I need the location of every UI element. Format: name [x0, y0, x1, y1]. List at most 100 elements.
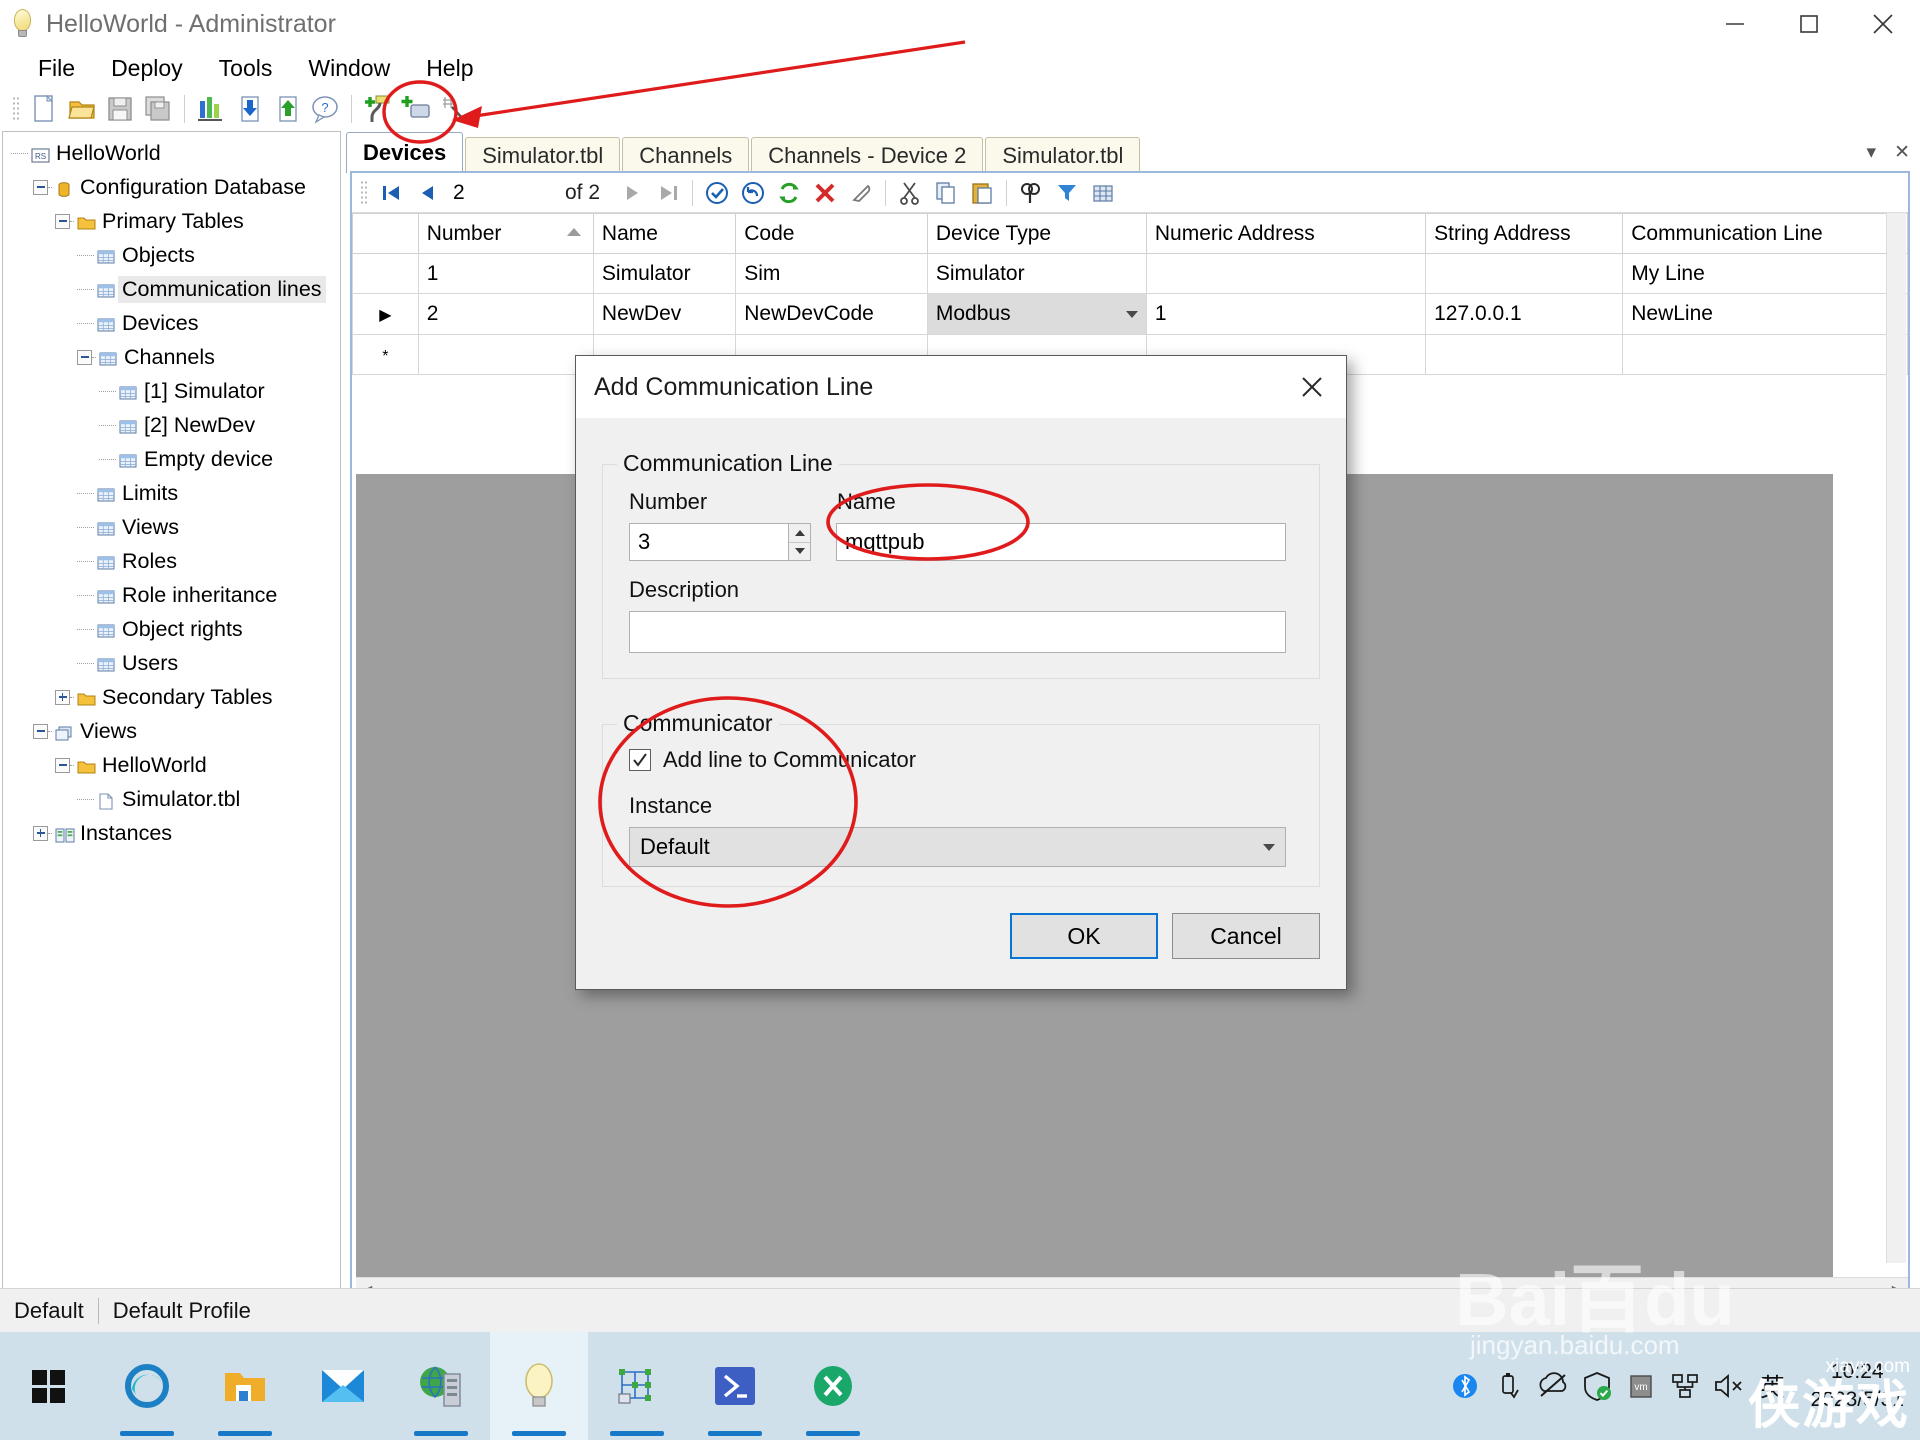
tab-channels-device-2[interactable]: Channels - Device 2: [751, 137, 984, 173]
upload-icon[interactable]: [268, 91, 306, 127]
tree-item-helloworld[interactable]: RS HelloWorld: [3, 136, 340, 170]
open-folder-icon[interactable]: [63, 91, 101, 127]
expand-icon[interactable]: [55, 689, 70, 705]
vertical-scrollbar[interactable]: [1886, 213, 1906, 1263]
tree-item-object-rights[interactable]: Object rights: [3, 612, 340, 646]
minimize-button[interactable]: [1698, 0, 1772, 48]
number-input[interactable]: 3: [629, 523, 789, 561]
menu-help[interactable]: Help: [408, 48, 491, 88]
server-globe-icon[interactable]: [392, 1332, 490, 1440]
column-header-device-type[interactable]: Device Type: [926, 213, 1147, 254]
maximize-button[interactable]: [1772, 0, 1846, 48]
column-header-code[interactable]: Code: [735, 213, 928, 254]
tab-devices[interactable]: Devices: [346, 132, 464, 173]
xshell-icon[interactable]: [784, 1332, 882, 1440]
cell-number[interactable]: [417, 334, 594, 375]
dialog-close-button[interactable]: [1294, 370, 1330, 404]
new-file-icon[interactable]: [25, 91, 63, 127]
expand-icon[interactable]: [33, 825, 48, 841]
cell-string-address[interactable]: 127.0.0.1: [1425, 293, 1624, 335]
clear-icon[interactable]: [843, 176, 879, 210]
cell-communication-line[interactable]: NewLine: [1622, 293, 1908, 335]
collapse-icon[interactable]: [55, 757, 70, 773]
tree-item-devices[interactable]: Devices: [3, 306, 340, 340]
tree-item-views[interactable]: Views: [3, 714, 340, 748]
add-communication-line-icon[interactable]: [359, 91, 397, 127]
tree-item-limits[interactable]: Limits: [3, 476, 340, 510]
tree-item-1-simulator[interactable]: [1] Simulator: [3, 374, 340, 408]
statistics-icon[interactable]: [192, 91, 230, 127]
toolbar-grip[interactable]: [12, 96, 19, 122]
find-icon[interactable]: [1013, 176, 1049, 210]
cell-string-address[interactable]: [1425, 334, 1624, 375]
ok-button[interactable]: OK: [1010, 913, 1158, 959]
chevron-down-icon[interactable]: [1125, 310, 1138, 318]
paste-icon[interactable]: [964, 176, 1000, 210]
column-header-communication-line[interactable]: Communication Line: [1622, 213, 1908, 254]
tree-item-simulator-tbl[interactable]: Simulator.tbl: [3, 782, 340, 816]
file-explorer-icon[interactable]: [196, 1332, 294, 1440]
instance-select[interactable]: Default: [629, 827, 1286, 867]
accept-icon[interactable]: [699, 176, 735, 210]
devices-table[interactable]: Number Name Code Device Type Numeric Add…: [352, 213, 1908, 375]
collapse-icon[interactable]: [77, 349, 92, 365]
tree-item-objects[interactable]: Objects: [3, 238, 340, 272]
close-icon[interactable]: ✕: [1894, 141, 1910, 164]
save-icon[interactable]: [101, 91, 139, 127]
tree-item-configuration-database[interactable]: Configuration Database: [3, 170, 340, 204]
spinner-up-icon[interactable]: [789, 524, 810, 543]
edge-browser-icon[interactable]: [98, 1332, 196, 1440]
name-input[interactable]: mqttpub: [836, 523, 1286, 561]
cell-code[interactable]: NewDevCode: [735, 293, 928, 335]
scada-administrator-icon[interactable]: [490, 1332, 588, 1440]
cell-numeric-address[interactable]: 1: [1145, 293, 1427, 335]
help-icon[interactable]: ?: [306, 91, 344, 127]
cancel-button[interactable]: Cancel: [1172, 913, 1320, 959]
last-record-icon[interactable]: [650, 176, 686, 210]
tree-item-users[interactable]: Users: [3, 646, 340, 680]
refresh-icon[interactable]: [771, 176, 807, 210]
cell-number[interactable]: 1: [417, 253, 594, 294]
tree-item-role-inheritance[interactable]: Role inheritance: [3, 578, 340, 612]
tree-item-helloworld[interactable]: HelloWorld: [3, 748, 340, 782]
cell-device-type-editor[interactable]: Modbus: [926, 293, 1147, 335]
cell-name[interactable]: Simulator: [592, 253, 737, 294]
tree-item-primary-tables[interactable]: Primary Tables: [3, 204, 340, 238]
add-line-to-communicator-checkbox[interactable]: Add line to Communicator: [629, 747, 916, 773]
tree-item-2-newdev[interactable]: [2] NewDev: [3, 408, 340, 442]
tree-item-secondary-tables[interactable]: Secondary Tables: [3, 680, 340, 714]
tree-item-views[interactable]: Views: [3, 510, 340, 544]
auto-fit-columns-icon[interactable]: [1085, 176, 1121, 210]
next-record-icon[interactable]: [614, 176, 650, 210]
cut-icon[interactable]: [892, 176, 928, 210]
previous-record-icon[interactable]: [409, 176, 445, 210]
collapse-icon[interactable]: [33, 723, 48, 739]
column-header-number[interactable]: Number: [417, 213, 594, 254]
cell-code[interactable]: Sim: [735, 253, 928, 294]
tab-channels[interactable]: Channels: [622, 137, 750, 173]
cell-communication-line[interactable]: [1622, 334, 1908, 375]
tree-item-instances[interactable]: Instances: [3, 816, 340, 850]
column-header-numeric-address[interactable]: Numeric Address: [1145, 213, 1427, 254]
mail-icon[interactable]: [294, 1332, 392, 1440]
copy-icon[interactable]: [928, 176, 964, 210]
filter-icon[interactable]: [1049, 176, 1085, 210]
save-all-icon[interactable]: [139, 91, 177, 127]
menu-tools[interactable]: Tools: [201, 48, 291, 88]
add-device-icon[interactable]: [397, 91, 435, 127]
search-tool-icon[interactable]: [435, 91, 473, 127]
powershell-icon[interactable]: [686, 1332, 784, 1440]
communicator-icon[interactable]: [588, 1332, 686, 1440]
cell-name[interactable]: NewDev: [592, 293, 737, 335]
cell-string-address[interactable]: [1425, 253, 1624, 294]
tree-item-empty-device[interactable]: Empty device: [3, 442, 340, 476]
tab-simulator-tbl-2[interactable]: Simulator.tbl: [985, 137, 1141, 173]
chevron-down-icon[interactable]: [1263, 843, 1275, 851]
chevron-down-icon[interactable]: ▾: [1867, 141, 1877, 164]
column-header-name[interactable]: Name: [592, 213, 737, 254]
menu-file[interactable]: File: [20, 48, 93, 88]
table-row[interactable]: 1 Simulator Sim Simulator My Line: [352, 253, 1908, 294]
grid-toolbar-grip[interactable]: [360, 179, 367, 206]
spinner-down-icon[interactable]: [789, 543, 810, 561]
delete-icon[interactable]: [807, 176, 843, 210]
